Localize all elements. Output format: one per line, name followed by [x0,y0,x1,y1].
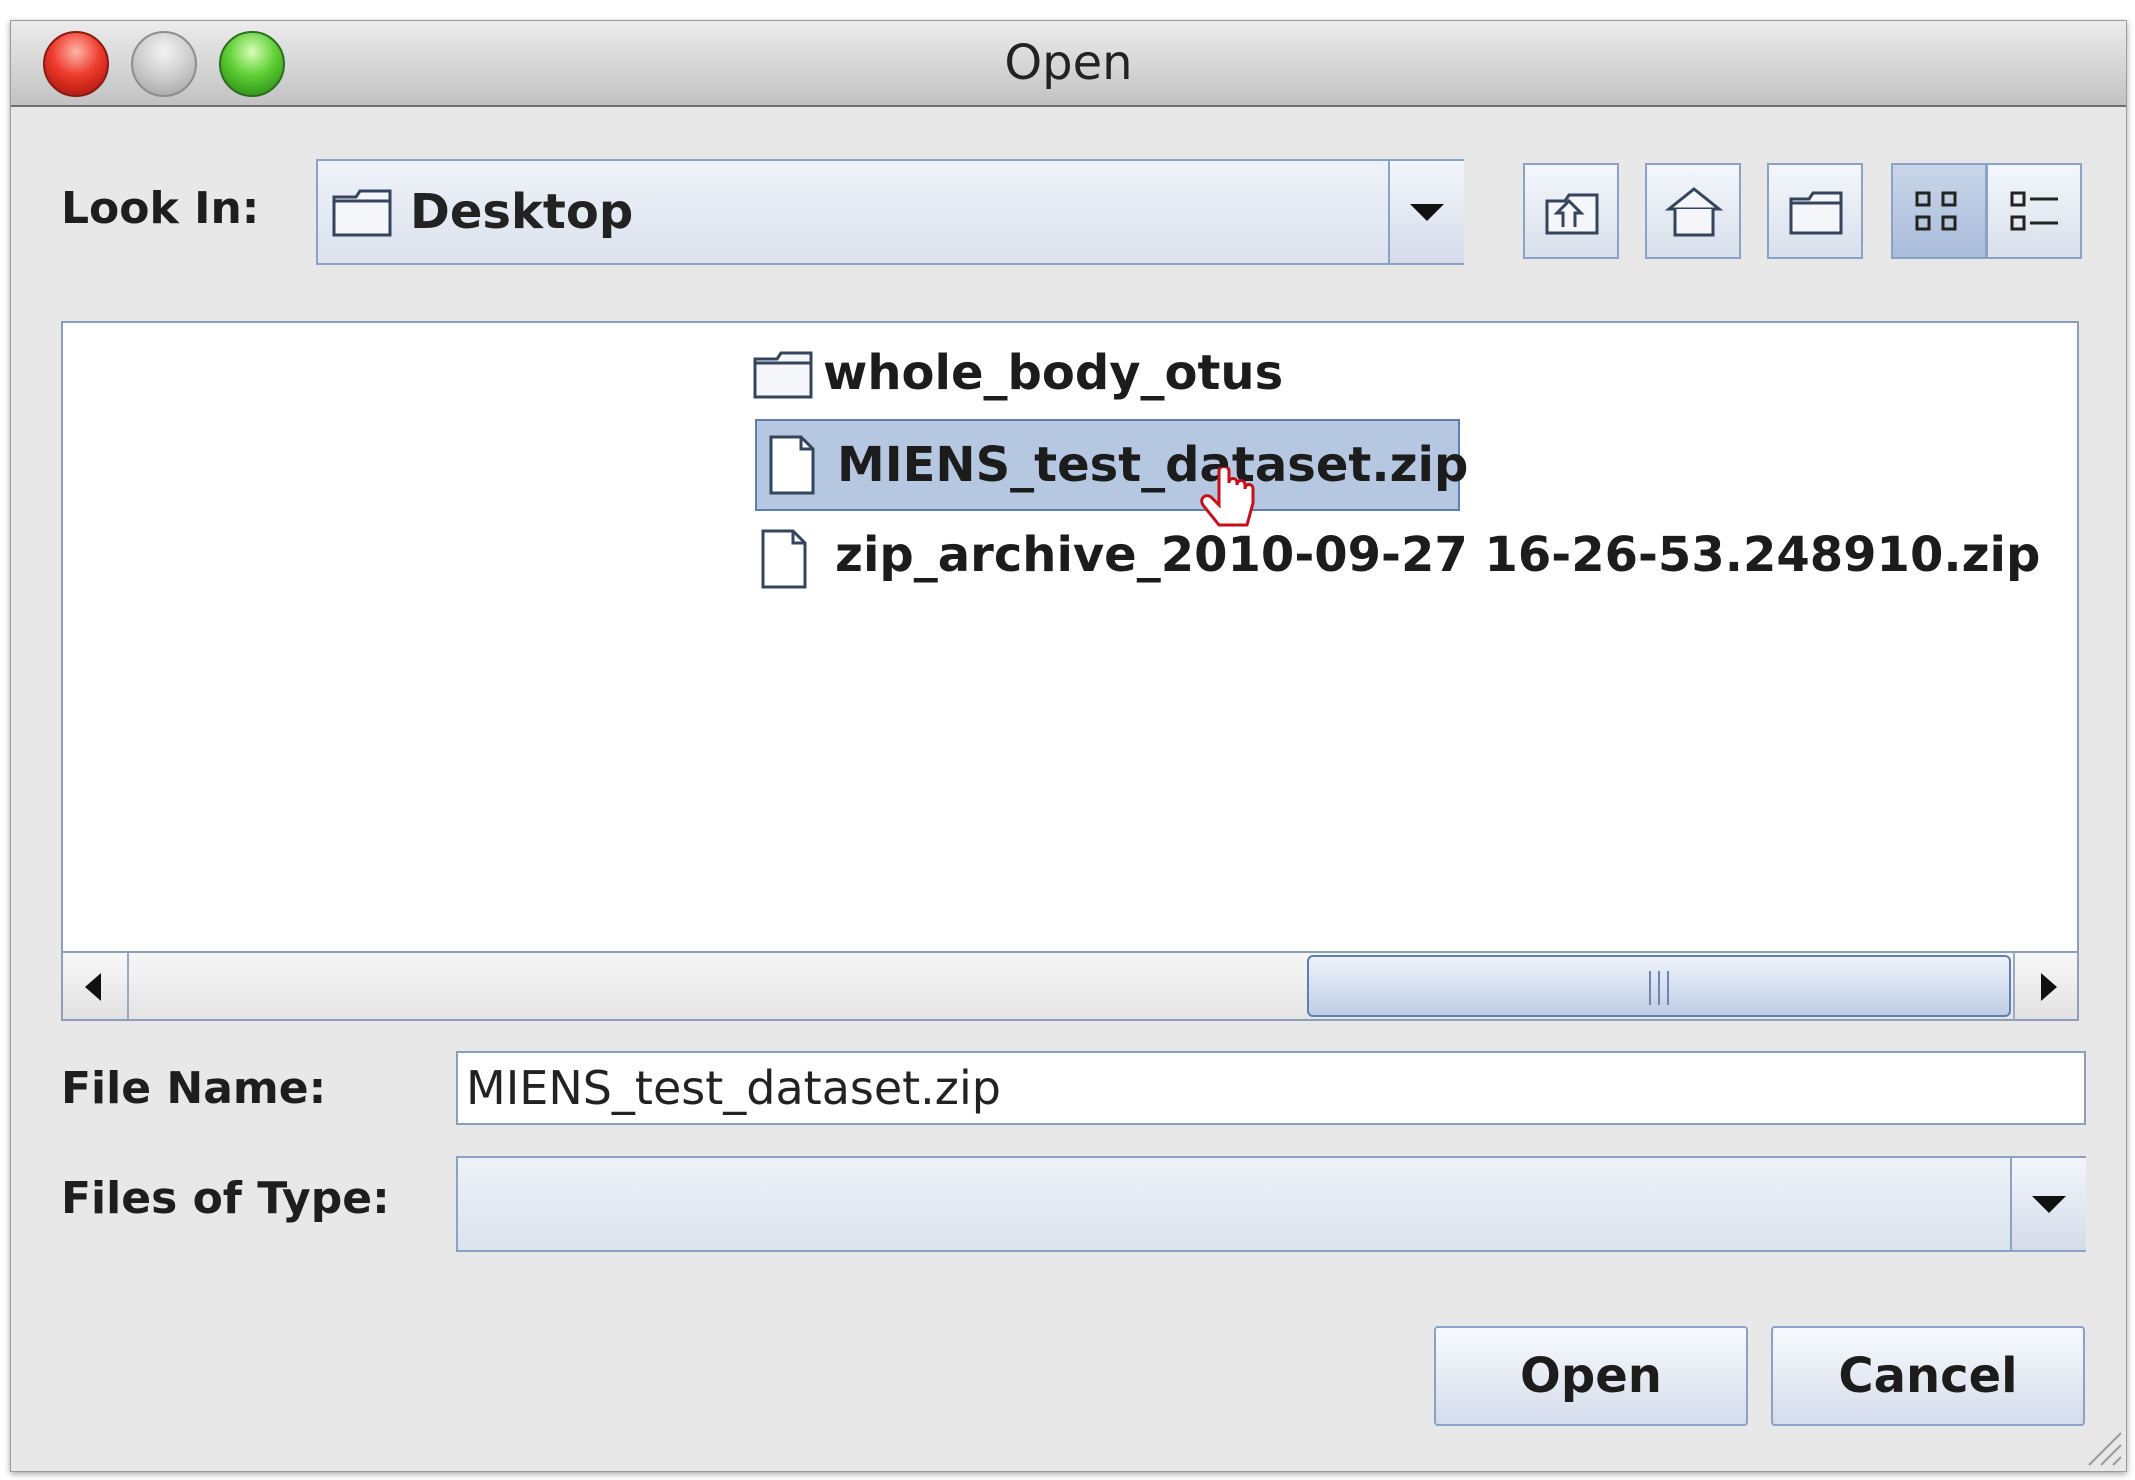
look-in-combobox[interactable]: Desktop [316,159,1464,265]
window-title: Open [1004,35,1133,91]
title-bar[interactable]: Open [11,21,2126,107]
details-view-icon [2010,191,2058,231]
files-of-type-dropdown-button[interactable] [2010,1158,2086,1250]
list-item-folder[interactable]: whole_body_otus [743,337,2043,409]
chevron-down-icon [1410,204,1444,221]
list-item[interactable]: zip_archive_2010-09-27 16-26-53.248910.z… [749,519,2069,591]
file-name: MIENS_test_dataset.zip [837,437,1469,493]
file-name-input[interactable] [456,1051,2086,1125]
file-name: zip_archive_2010-09-27 16-26-53.248910.z… [835,527,2041,583]
folder-icon [753,351,813,399]
look-in-dropdown-button[interactable] [1388,161,1464,263]
file-name: whole_body_otus [823,345,1284,401]
folder-icon [332,189,392,237]
list-item-selected[interactable]: MIENS_test_dataset.zip [755,419,1468,527]
scroll-right-button[interactable] [2013,953,2077,1019]
up-one-level-button[interactable] [1523,163,1619,259]
cancel-button[interactable]: Cancel [1771,1326,2085,1426]
list-view-icon [1915,191,1957,231]
horizontal-scrollbar[interactable] [63,951,2077,1019]
grip-icon [1649,971,1669,1005]
file-icon [761,529,807,589]
files-of-type-label: Files of Type: [61,1173,390,1224]
home-icon [1665,187,1723,237]
scroll-left-button[interactable] [63,953,129,1019]
arrow-left-icon [85,973,101,1001]
files-of-type-combobox[interactable] [456,1156,2086,1252]
home-button[interactable] [1645,163,1741,259]
up-folder-icon [1545,193,1599,235]
list-view-button[interactable] [1891,163,1987,259]
resize-grip-icon[interactable] [2083,1427,2123,1467]
new-folder-icon [1789,191,1843,235]
file-icon [769,435,815,495]
scroll-thumb[interactable] [1307,955,2011,1017]
open-button[interactable]: Open [1434,1326,1748,1426]
details-view-button[interactable] [1986,163,2082,259]
arrow-right-icon [2041,973,2057,1001]
open-dialog: Open Look In: Desktop whole_body_otus MI… [10,20,2127,1472]
chevron-down-icon [2032,1196,2066,1213]
look-in-value: Desktop [410,184,634,240]
file-list[interactable]: Jeff es whole_body_otus MIENS_test_datas… [61,321,2079,1021]
look-in-label: Look In: [61,183,260,234]
new-folder-button[interactable] [1767,163,1863,259]
file-name-label: File Name: [61,1063,327,1114]
